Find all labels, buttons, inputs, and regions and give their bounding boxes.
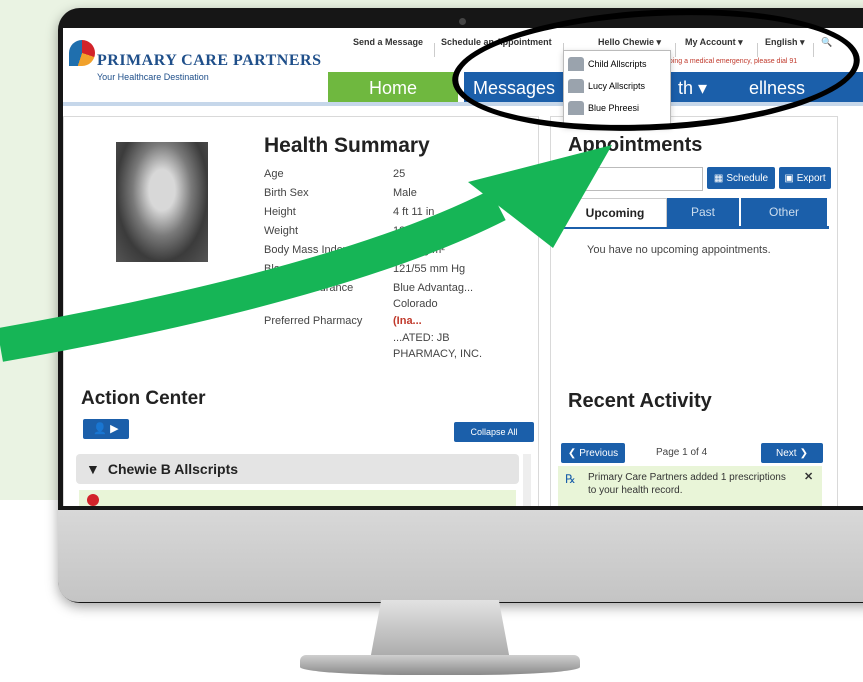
hs-value: 36.2 kg/m² [393, 244, 445, 256]
hs-label: Blood Pressure [264, 263, 340, 275]
hs-label: Preferred Pharmacy [264, 315, 363, 327]
prescription-icon: ℞ [565, 472, 576, 486]
hs-label: Age [264, 168, 284, 180]
schedule-button[interactable]: ▦ Schedule [707, 167, 775, 189]
hs-value: PHARMACY, INC. [393, 348, 483, 360]
chevron-left-icon: ❮ [567, 447, 577, 459]
tab-past[interactable]: Past [667, 198, 739, 226]
previous-label: Previous [579, 447, 619, 459]
hs-value: Male [393, 187, 417, 199]
alert-icon [87, 494, 99, 506]
user-icon: 👤 [93, 423, 108, 435]
hs-value: 4 ft 11 in [393, 206, 435, 218]
monitor-chin [58, 510, 863, 602]
chevron-right-icon: ❯ [799, 447, 808, 459]
action-center-title: Action Center [81, 388, 206, 409]
hs-value: (Ina... [393, 315, 422, 327]
profile-photo [116, 142, 208, 262]
schedule-label: Schedule [726, 172, 769, 184]
user-toggle-button[interactable]: 👤 ▶ [83, 419, 129, 439]
hs-value: 184.0 lb [393, 225, 433, 237]
action-center-group[interactable]: ▼ Chewie B Allscripts [76, 454, 519, 484]
hs-value: Blue Advantag... [393, 282, 474, 294]
webcam-icon [459, 18, 466, 25]
hs-label: Height [264, 206, 296, 218]
activity-item: ℞ Primary Care Partners added 1 prescrip… [558, 466, 822, 506]
chevron-right-icon: ▶ [110, 423, 119, 435]
monitor-stand [370, 600, 510, 660]
divider [434, 43, 435, 57]
brand-name: PRIMARY CARE PARTNERS [97, 52, 322, 69]
appointments-search-input[interactable] [551, 167, 703, 191]
next-button[interactable]: Next ❯ [761, 443, 823, 463]
next-label: Next [776, 447, 797, 459]
no-appointments-message: You have no upcoming appointments. [587, 244, 771, 256]
previous-button[interactable]: ❮ Previous [561, 443, 625, 463]
export-button[interactable]: ▣ Export [779, 167, 831, 189]
logo-icon [69, 40, 95, 66]
tab-upcoming[interactable]: Upcoming [563, 198, 667, 227]
hs-value: ...ATED: JB [393, 332, 450, 344]
close-icon[interactable]: ✕ [804, 470, 813, 483]
action-item[interactable] [79, 490, 516, 506]
hs-label: Birth Sex [264, 187, 309, 199]
recent-activity-title: Recent Activity [568, 390, 712, 412]
scrollbar[interactable] [523, 454, 531, 506]
brand-tagline: Your Healthcare Destination [97, 72, 209, 82]
hs-value: Colorado [393, 298, 438, 310]
calendar-icon: ▦ [713, 172, 724, 184]
send-message-link[interactable]: Send a Message [353, 37, 423, 47]
hs-label: Primary Insurance [264, 282, 354, 294]
action-center-group-label: Chewie B Allscripts [107, 461, 239, 477]
export-label: Export [796, 172, 826, 184]
activity-text: Primary Care Partners added 1 prescripti… [588, 472, 786, 496]
hs-value: 25 [393, 168, 406, 180]
appointment-tabs: Upcoming Past Other [563, 198, 829, 229]
caret-down-icon: ▼ [86, 461, 100, 477]
monitor-foot [300, 655, 580, 675]
appointments-title: Appointments [568, 134, 703, 156]
hs-label: Weight [264, 225, 299, 237]
tab-other[interactable]: Other [741, 198, 827, 226]
hs-value: 121/55 mm Hg [393, 263, 466, 275]
collapse-all-button[interactable]: Collapse All [454, 422, 534, 442]
health-summary-title: Health Summary [264, 134, 430, 157]
nav-home[interactable]: Home [328, 72, 458, 102]
hs-label: Body Mass Index [264, 244, 349, 256]
page-indicator: Page 1 of 4 [656, 447, 708, 458]
save-icon: ▣ [784, 172, 794, 184]
